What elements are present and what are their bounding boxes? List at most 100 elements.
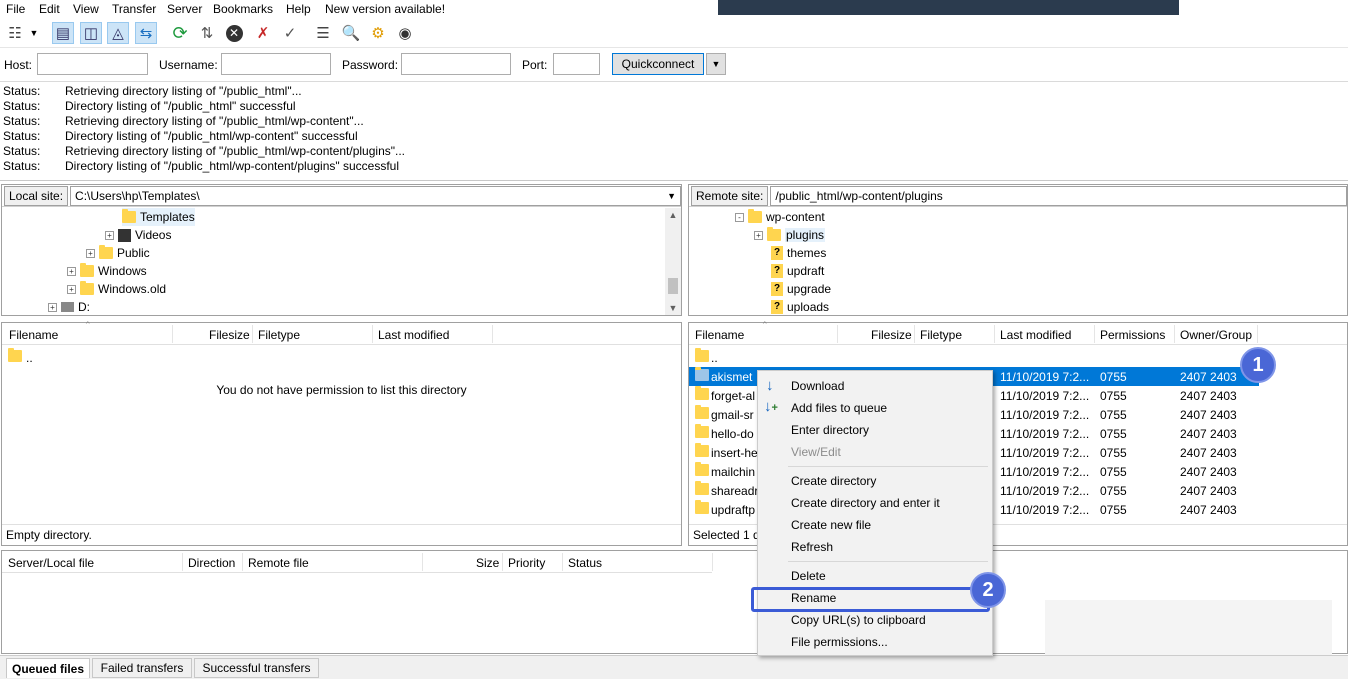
menu-help[interactable]: Help: [286, 2, 311, 16]
menu-create-directory-enter[interactable]: Create directory and enter it: [791, 496, 940, 510]
host-input[interactable]: [37, 53, 148, 75]
remote-tree-uploads[interactable]: ? uploads: [771, 298, 829, 316]
log-row: Status: Retrieving directory listing of "…: [3, 144, 406, 158]
remote-parent-dir-row[interactable]: ..: [689, 348, 1259, 367]
menu-download[interactable]: Download: [791, 379, 844, 393]
tab-successful-transfers[interactable]: Successful transfers: [194, 658, 319, 678]
queue-tabs: Queued files Failed transfers Successful…: [0, 655, 1348, 679]
download-arrow-icon: ↓: [766, 377, 774, 394]
host-label: Host:: [4, 58, 33, 72]
local-tree-templates[interactable]: Templates: [122, 208, 195, 226]
menu-create-new-file[interactable]: Create new file: [791, 518, 871, 532]
local-site-bar: Local site: C:\Users\hp\Templates\ ▼: [2, 185, 681, 207]
remote-path-input[interactable]: /public_html/wp-content/plugins: [770, 185, 1347, 206]
local-path-input[interactable]: C:\Users\hp\Templates\ ▼: [70, 185, 681, 206]
local-tree-scrollbar[interactable]: ▲ ▼: [665, 208, 681, 315]
menu-create-directory[interactable]: Create directory: [791, 474, 876, 488]
local-col-filetype[interactable]: Filetype: [258, 328, 300, 342]
tab-failed-transfers[interactable]: Failed transfers: [92, 658, 192, 678]
quickconnect-button[interactable]: Quickconnect: [612, 53, 704, 75]
queue-col-remote-file[interactable]: Remote file: [248, 556, 309, 570]
local-col-filename[interactable]: Filename: [9, 328, 58, 342]
local-col-filesize[interactable]: Filesize: [209, 328, 250, 342]
step-badge-2: 2: [970, 572, 1006, 608]
local-parent-dir-row[interactable]: ..: [2, 348, 681, 367]
sync-browsing-icon[interactable]: ⚙: [367, 22, 389, 44]
remote-col-filesize[interactable]: Filesize: [871, 328, 912, 342]
log-row: Status: Retrieving directory listing of "…: [3, 114, 364, 128]
folder-icon: [695, 424, 709, 438]
log-row: Status: Retrieving directory listing of "…: [3, 84, 302, 98]
remote-col-last-modified[interactable]: Last modified: [1000, 328, 1071, 342]
quickconnect-dropdown-icon[interactable]: ▼: [706, 53, 726, 75]
menu-enter-directory[interactable]: Enter directory: [791, 423, 869, 437]
toggle-queue-icon[interactable]: ⇆: [135, 22, 157, 44]
local-tree-public[interactable]: + Public: [86, 244, 150, 262]
menu-file-permissions[interactable]: File permissions...: [791, 635, 888, 649]
context-menu: ↓ Download ↓+ Add files to queue Enter d…: [757, 370, 993, 656]
queue-col-status[interactable]: Status: [568, 556, 602, 570]
remote-tree-pane: Remote site: /public_html/wp-content/plu…: [688, 184, 1348, 316]
queue-col-priority[interactable]: Priority: [508, 556, 545, 570]
remote-tree-wp-content[interactable]: - wp-content: [735, 208, 825, 226]
menu-new-version[interactable]: New version available!: [325, 2, 445, 16]
folder-icon: [695, 500, 709, 514]
cancel-icon[interactable]: ✕: [223, 22, 245, 44]
local-file-list: Filename ⌃ Filesize Filetype Last modifi…: [1, 320, 682, 546]
folder-icon: [695, 386, 709, 400]
password-label: Password:: [342, 58, 399, 72]
menu-transfer[interactable]: Transfer: [112, 2, 156, 16]
menu-copy-url[interactable]: Copy URL(s) to clipboard: [791, 613, 926, 627]
queue-col-server-local[interactable]: Server/Local file: [8, 556, 94, 570]
menu-edit[interactable]: Edit: [39, 2, 60, 16]
sort-up-icon: ⌃: [84, 320, 92, 330]
menu-separator: [788, 561, 988, 562]
remote-tree-updraft[interactable]: ? updraft: [771, 262, 824, 280]
remote-site-label: Remote site:: [691, 185, 769, 206]
search-remote-icon[interactable]: ◉: [394, 22, 416, 44]
log-row: Status: Directory listing of "/public_htm…: [3, 129, 358, 143]
password-input[interactable]: [401, 53, 511, 75]
process-queue-icon[interactable]: ⇅: [196, 22, 218, 44]
menu-bookmarks[interactable]: Bookmarks: [213, 2, 273, 16]
remote-tree-themes[interactable]: ? themes: [771, 244, 826, 262]
remote-tree-plugins[interactable]: + plugins: [754, 226, 826, 244]
menu-file[interactable]: File: [6, 2, 25, 16]
username-label: Username:: [159, 58, 218, 72]
local-status-line: Empty directory.: [2, 524, 681, 544]
remote-col-permissions[interactable]: Permissions: [1100, 328, 1165, 342]
queue-col-size[interactable]: Size: [476, 556, 499, 570]
menu-delete[interactable]: Delete: [791, 569, 826, 583]
directory-comparison-icon[interactable]: ☰: [312, 22, 334, 44]
tab-queued-files[interactable]: Queued files: [6, 658, 90, 678]
folder-icon: [695, 367, 709, 381]
menu-separator: [788, 466, 988, 467]
menu-refresh[interactable]: Refresh: [791, 540, 833, 554]
remote-col-filetype[interactable]: Filetype: [920, 328, 962, 342]
menu-view[interactable]: View: [73, 2, 99, 16]
remote-col-filename[interactable]: Filename: [695, 328, 744, 342]
remote-tree-upgrade[interactable]: ? upgrade: [771, 280, 831, 298]
toggle-log-icon[interactable]: ▤: [52, 22, 74, 44]
menu-server[interactable]: Server: [167, 2, 202, 16]
local-tree-windows[interactable]: + Windows: [67, 262, 147, 280]
reconnect-icon[interactable]: ✓: [279, 22, 301, 44]
disconnect-icon[interactable]: ✗: [252, 22, 274, 44]
toggle-remote-tree-icon[interactable]: ◬: [107, 22, 129, 44]
username-input[interactable]: [221, 53, 331, 75]
local-tree-windows-old[interactable]: + Windows.old: [67, 280, 166, 298]
menu-add-files-to-queue[interactable]: Add files to queue: [791, 401, 887, 415]
site-manager-icon[interactable]: ☷: [4, 22, 26, 44]
local-tree-videos[interactable]: + Videos: [105, 226, 171, 244]
local-col-last-modified[interactable]: Last modified: [378, 328, 449, 342]
queue-col-direction[interactable]: Direction: [188, 556, 235, 570]
sort-up-icon: ⌃: [761, 320, 769, 330]
site-manager-dropdown-icon[interactable]: ▼: [27, 22, 41, 44]
refresh-icon[interactable]: ⟳: [169, 22, 191, 44]
remote-column-headers: Filename ⌃ Filesize Filetype Last modifi…: [689, 320, 1347, 345]
remote-col-owner-group[interactable]: Owner/Group: [1180, 328, 1252, 342]
toggle-local-tree-icon[interactable]: ◫: [80, 22, 102, 44]
filter-icon[interactable]: 🔍: [340, 22, 362, 44]
local-tree-drive-d[interactable]: + D:: [48, 298, 90, 316]
port-input[interactable]: [553, 53, 600, 75]
